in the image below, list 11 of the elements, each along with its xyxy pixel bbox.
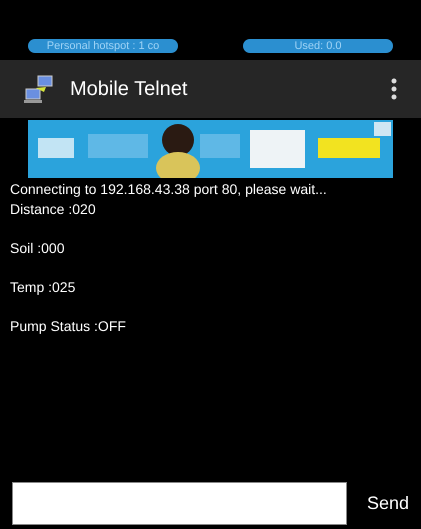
output-line: Soil :000: [10, 238, 66, 258]
output-line: Pump Status :OFF: [10, 316, 127, 336]
usage-status: Used: 0.0: [243, 39, 393, 53]
message-field[interactable]: [12, 482, 347, 525]
app-title: Mobile Telnet: [70, 77, 188, 102]
overflow-menu-icon[interactable]: [391, 78, 397, 100]
send-button[interactable]: Send: [366, 490, 409, 517]
output-line: Temp :025: [10, 278, 76, 297]
output-line: Distance :020: [10, 200, 97, 218]
output-line: Connecting to 192.168.43.38 port 80, please wait...: [10, 180, 328, 199]
hotspot-status: Personal hotspot : 1 co: [28, 39, 178, 53]
